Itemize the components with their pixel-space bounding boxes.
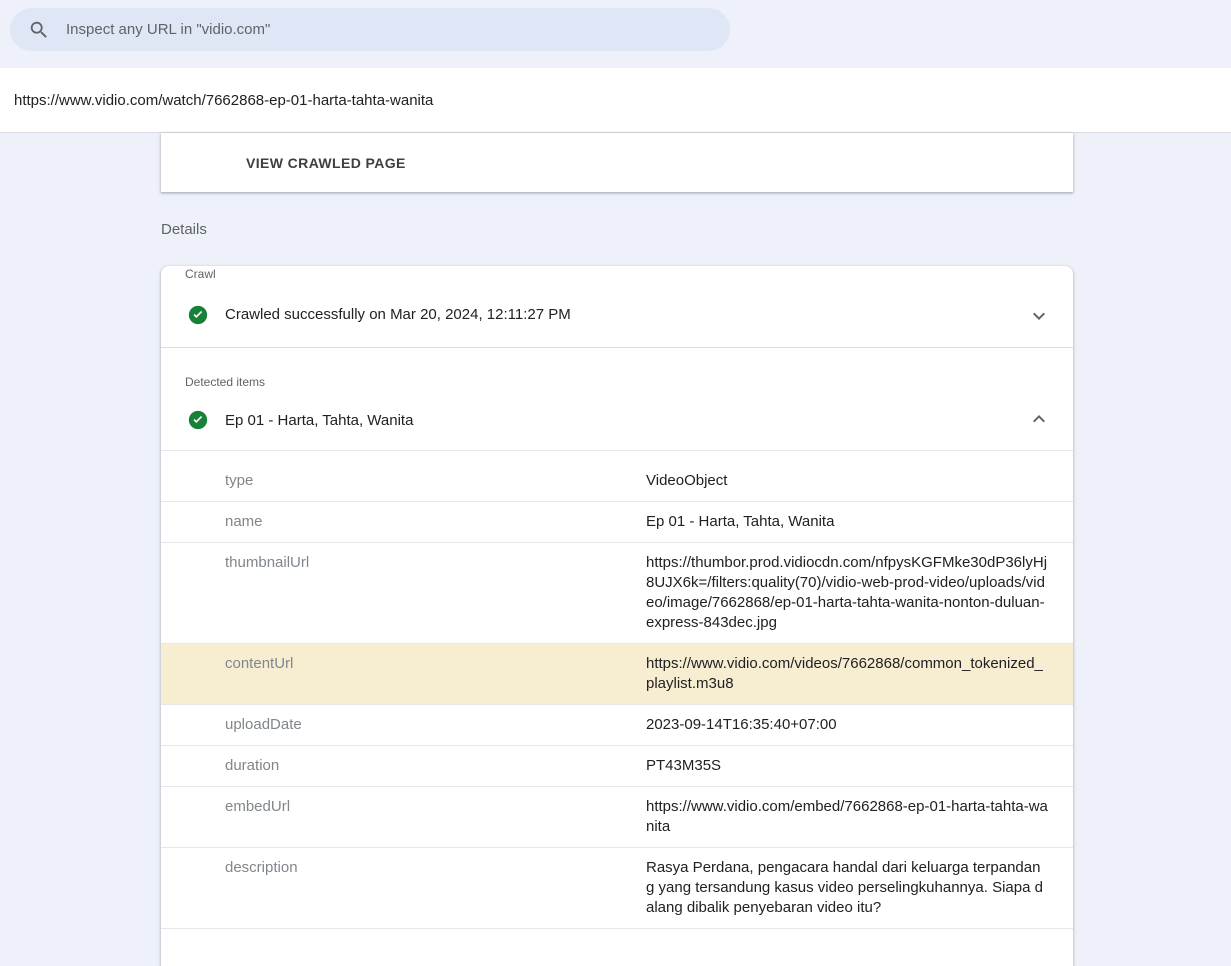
property-key: name [161,512,646,532]
success-check-icon [188,305,208,325]
property-value: https://www.vidio.com/embed/7662868-ep-0… [646,797,1048,837]
detected-items-label: Detected items [185,374,1049,390]
property-value: Ep 01 - Harta, Tahta, Wanita [646,512,1048,532]
crawl-section-label: Crawl [185,266,1049,282]
crawl-status-text: Crawled successfully on Mar 20, 2024, 12… [225,306,571,323]
property-row: uploadDate2023-09-14T16:35:40+07:00 [161,704,1073,745]
crawl-status-row[interactable]: Crawled successfully on Mar 20, 2024, 12… [161,282,1073,347]
property-key: contentUrl [161,654,646,694]
property-key: uploadDate [161,715,646,735]
details-heading: Details [161,220,1231,240]
inspected-url-bar: https://www.vidio.com/watch/7662868-ep-0… [0,68,1231,133]
property-key: description [161,858,646,918]
top-bar [0,8,1231,68]
properties-table: typeVideoObjectnameEp 01 - Harta, Tahta,… [161,450,1073,929]
property-key: type [161,471,646,491]
property-row: embedUrlhttps://www.vidio.com/embed/7662… [161,786,1073,847]
property-value: Rasya Perdana, pengacara handal dari kel… [646,858,1048,918]
property-key: thumbnailUrl [161,553,646,633]
section-divider [161,347,1073,348]
detected-item-header[interactable]: Ep 01 - Harta, Tahta, Wanita [161,390,1073,450]
search-input[interactable] [64,20,714,39]
property-row: nameEp 01 - Harta, Tahta, Wanita [161,501,1073,542]
chevron-down-icon[interactable] [1027,303,1051,327]
property-row: typeVideoObject [161,450,1073,501]
property-value: PT43M35S [646,756,1048,776]
property-value: https://www.vidio.com/videos/7662868/com… [646,654,1048,694]
crawled-page-card: VIEW CRAWLED PAGE [161,133,1073,192]
property-row: durationPT43M35S [161,745,1073,786]
search-icon [28,19,50,41]
property-row: contentUrlhttps://www.vidio.com/videos/7… [161,643,1073,704]
property-row: thumbnailUrlhttps://thumbor.prod.vidiocd… [161,542,1073,643]
chevron-up-icon[interactable] [1027,408,1051,432]
property-value: VideoObject [646,471,1048,491]
property-key: embedUrl [161,797,646,837]
property-row: descriptionRasya Perdana, pengacara hand… [161,847,1073,929]
inspected-url: https://www.vidio.com/watch/7662868-ep-0… [14,92,433,109]
details-card: Crawl Crawled successfully on Mar 20, 20… [161,266,1073,966]
url-inspection-searchbox[interactable] [10,8,730,51]
detected-item-title: Ep 01 - Harta, Tahta, Wanita [225,412,413,429]
success-check-icon [188,410,208,430]
property-value: https://thumbor.prod.vidiocdn.com/nfpysK… [646,553,1048,633]
view-crawled-page-button[interactable]: VIEW CRAWLED PAGE [246,155,406,171]
property-key: duration [161,756,646,776]
property-value: 2023-09-14T16:35:40+07:00 [646,715,1048,735]
